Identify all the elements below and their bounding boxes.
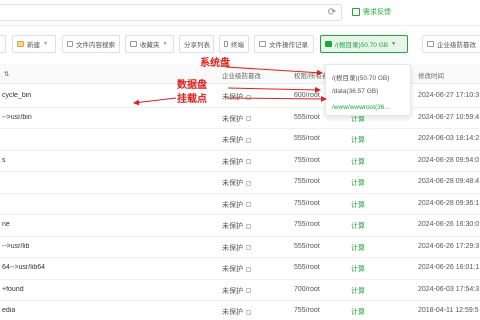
arrow-data-disk <box>227 86 321 93</box>
annotation-system-disk: 系统盘 <box>200 58 230 69</box>
annotation-mount-point: 挂载点 <box>177 94 207 105</box>
arrow-mount-right <box>226 95 327 102</box>
annotation-data-disk: 数据盘 <box>177 80 207 91</box>
arrow-system-disk <box>225 66 323 76</box>
arrow-mount-left <box>133 97 177 106</box>
annotation-arrows <box>133 66 327 106</box>
